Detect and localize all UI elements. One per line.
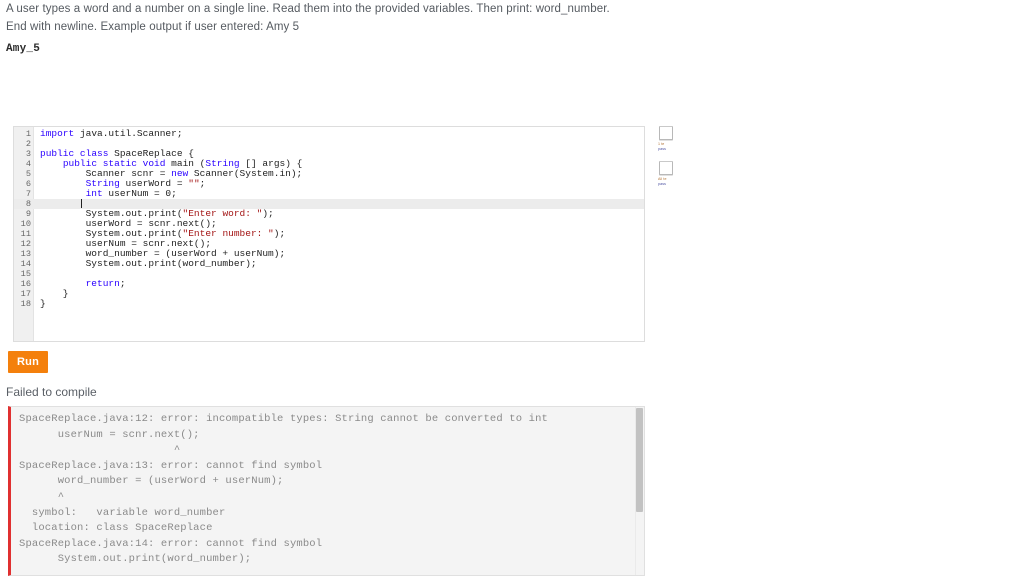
exercise-prompt: A user types a word and a number on a si… (6, 3, 610, 33)
line-number: 2 (25, 139, 31, 149)
line-number: 18 (20, 299, 31, 309)
line-number: 16 (20, 279, 31, 289)
code-line[interactable]: 1 import java.util.Scanner; (14, 129, 644, 140)
line-number: 12 (20, 239, 31, 249)
test-block-one: 1 te pass (656, 126, 690, 152)
line-number: 5 (25, 169, 31, 179)
error-console-text: SpaceReplace.java:12: error: incompatibl… (19, 413, 548, 566)
line-number: 6 (25, 179, 31, 189)
line-number: 1 (25, 129, 31, 139)
line-number: 10 (20, 219, 31, 229)
code-editor[interactable]: 1 import java.util.Scanner; 2 3 public class… (13, 126, 645, 342)
line-number: 8 (25, 199, 31, 209)
code-line[interactable]: 7 int userNum = 0; (14, 189, 644, 200)
line-number: 14 (20, 259, 31, 269)
run-all-tests-button-icon[interactable] (659, 161, 673, 175)
code-lines-container[interactable]: 1 import java.util.Scanner; 2 3 public class… (14, 129, 644, 309)
test-rail: 1 te pass All te pass (656, 126, 690, 196)
run-test-button-icon[interactable] (659, 126, 673, 140)
text-cursor (81, 199, 82, 208)
line-number: 13 (20, 249, 31, 259)
test-block-all: All te pass (656, 161, 690, 187)
console-scrollbar-thumb[interactable] (636, 408, 643, 512)
line-number: 4 (25, 159, 31, 169)
code-text[interactable]: return; (34, 279, 644, 289)
line-number: 17 (20, 289, 31, 299)
example-output: Amy_5 (6, 43, 41, 55)
code-line[interactable]: 14 System.out.print(word_number); (14, 259, 644, 270)
run-button[interactable]: Run (8, 351, 48, 373)
console-scrollbar-track[interactable] (635, 407, 644, 575)
error-console[interactable]: SpaceReplace.java:12: error: incompatibl… (8, 406, 645, 576)
code-text[interactable]: int userNum = 0; (34, 189, 644, 199)
code-text[interactable]: import java.util.Scanner; (34, 129, 644, 139)
test-label-one: 1 te pass (658, 142, 666, 151)
line-number: 9 (25, 209, 31, 219)
code-text[interactable]: } (34, 299, 644, 309)
line-number: 11 (20, 229, 31, 239)
line-number: 7 (25, 189, 31, 199)
line-number: 15 (20, 269, 31, 279)
code-line[interactable]: 18} (14, 299, 644, 310)
code-line[interactable]: 16 return; (14, 279, 644, 290)
line-number: 3 (25, 149, 31, 159)
code-text[interactable]: } (34, 289, 644, 299)
page-root: A user types a word and a number on a si… (0, 0, 1024, 576)
code-text[interactable]: System.out.print(word_number); (34, 259, 644, 269)
code-line[interactable]: 17 } (14, 289, 644, 300)
compile-status: Failed to compile (6, 385, 97, 399)
test-label-all: All te pass (658, 177, 667, 186)
